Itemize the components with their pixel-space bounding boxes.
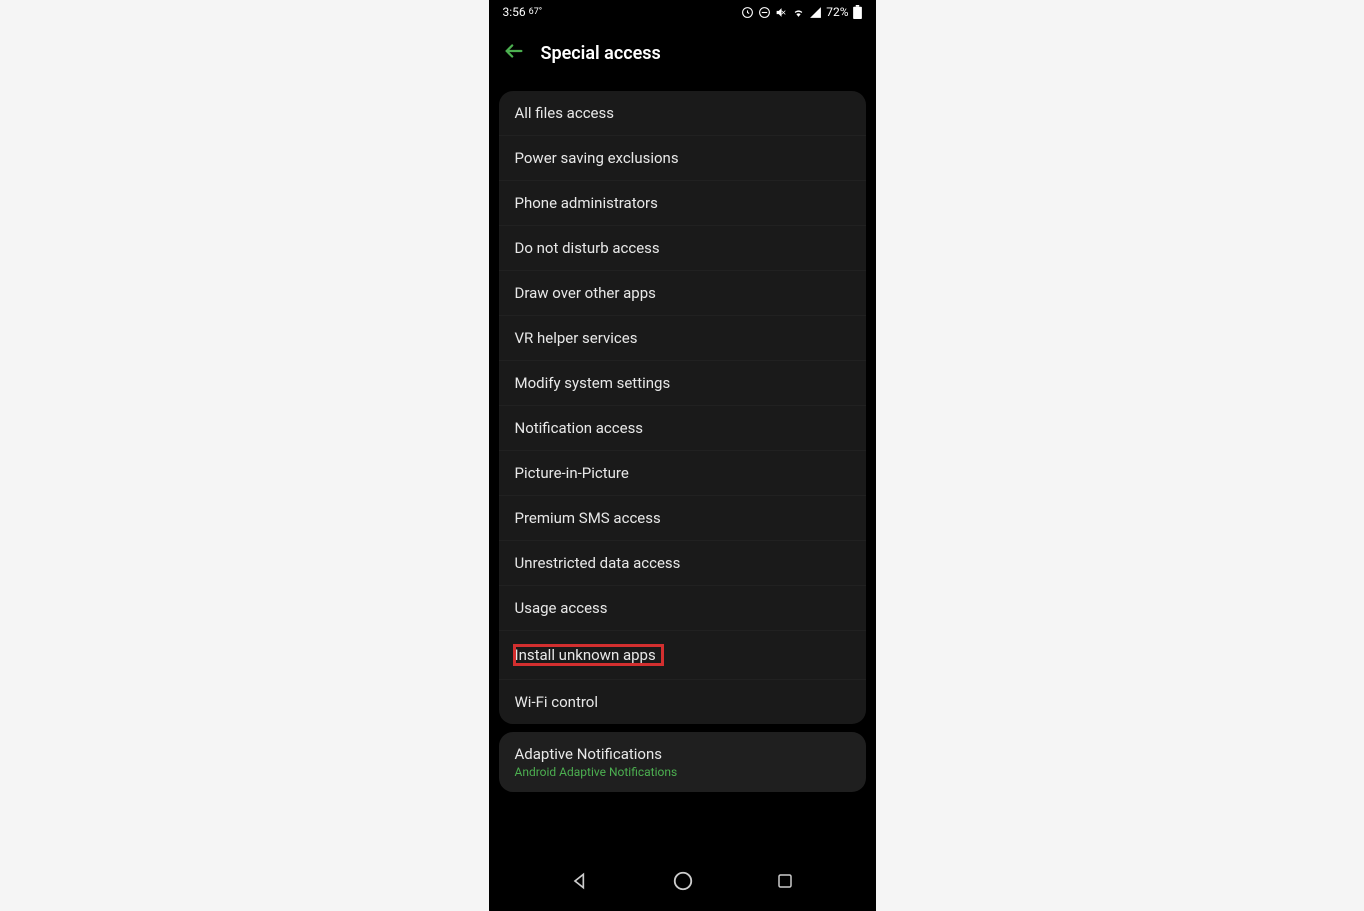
navigation-bar <box>489 851 876 911</box>
setting-label: All files access <box>515 104 614 122</box>
setting-label: Unrestricted data access <box>515 554 681 572</box>
setting-all-files-access[interactable]: All files access <box>499 91 866 136</box>
setting-draw-over-other-apps[interactable]: Draw over other apps <box>499 271 866 316</box>
setting-label: Draw over other apps <box>515 284 656 302</box>
adaptive-subtitle: Android Adaptive Notifications <box>515 765 850 779</box>
setting-label: Power saving exclusions <box>515 149 679 167</box>
setting-label: Picture-in-Picture <box>515 464 629 482</box>
setting-do-not-disturb-access[interactable]: Do not disturb access <box>499 226 866 271</box>
mute-icon <box>775 6 788 19</box>
adaptive-title: Adaptive Notifications <box>515 745 850 763</box>
status-bar: 3:56 67° 72% <box>489 0 876 24</box>
setting-premium-sms-access[interactable]: Premium SMS access <box>499 496 866 541</box>
setting-unrestricted-data-access[interactable]: Unrestricted data access <box>499 541 866 586</box>
phone-screen: 3:56 67° 72% <box>489 0 876 911</box>
setting-notification-access[interactable]: Notification access <box>499 406 866 451</box>
status-time: 3:56 <box>503 5 526 19</box>
setting-label: Phone administrators <box>515 194 658 212</box>
setting-vr-helper-services[interactable]: VR helper services <box>499 316 866 361</box>
adaptive-notifications-panel[interactable]: Adaptive Notifications Android Adaptive … <box>499 732 866 792</box>
sync-icon <box>741 6 754 19</box>
setting-phone-administrators[interactable]: Phone administrators <box>499 181 866 226</box>
setting-label: Usage access <box>515 599 608 617</box>
settings-panel: All files access Power saving exclusions… <box>499 91 866 724</box>
setting-label: VR helper services <box>515 329 638 347</box>
setting-usage-access[interactable]: Usage access <box>499 586 866 631</box>
status-bar-right: 72% <box>741 5 861 19</box>
setting-label: Modify system settings <box>515 374 671 392</box>
dnd-icon <box>758 6 771 19</box>
status-temp: 67° <box>529 7 542 17</box>
nav-home-button[interactable] <box>672 870 694 892</box>
setting-label: Notification access <box>515 419 644 437</box>
battery-icon <box>853 5 862 19</box>
page-title: Special access <box>541 43 661 64</box>
setting-label-highlighted: Install unknown apps <box>513 644 664 666</box>
setting-picture-in-picture[interactable]: Picture-in-Picture <box>499 451 866 496</box>
nav-back-button[interactable] <box>570 871 590 891</box>
setting-power-saving-exclusions[interactable]: Power saving exclusions <box>499 136 866 181</box>
page-header: Special access <box>489 24 876 83</box>
nav-recent-button[interactable] <box>776 872 794 890</box>
setting-label: Do not disturb access <box>515 239 660 257</box>
status-battery-text: 72% <box>826 5 848 19</box>
setting-install-unknown-apps[interactable]: Install unknown apps <box>499 631 866 680</box>
setting-wifi-control[interactable]: Wi-Fi control <box>499 680 866 724</box>
setting-modify-system-settings[interactable]: Modify system settings <box>499 361 866 406</box>
signal-icon <box>809 6 822 19</box>
back-arrow-icon[interactable] <box>503 40 525 67</box>
setting-label: Wi-Fi control <box>515 693 599 711</box>
wifi-icon <box>792 6 805 19</box>
setting-label: Premium SMS access <box>515 509 661 527</box>
status-bar-left: 3:56 67° <box>503 5 543 19</box>
